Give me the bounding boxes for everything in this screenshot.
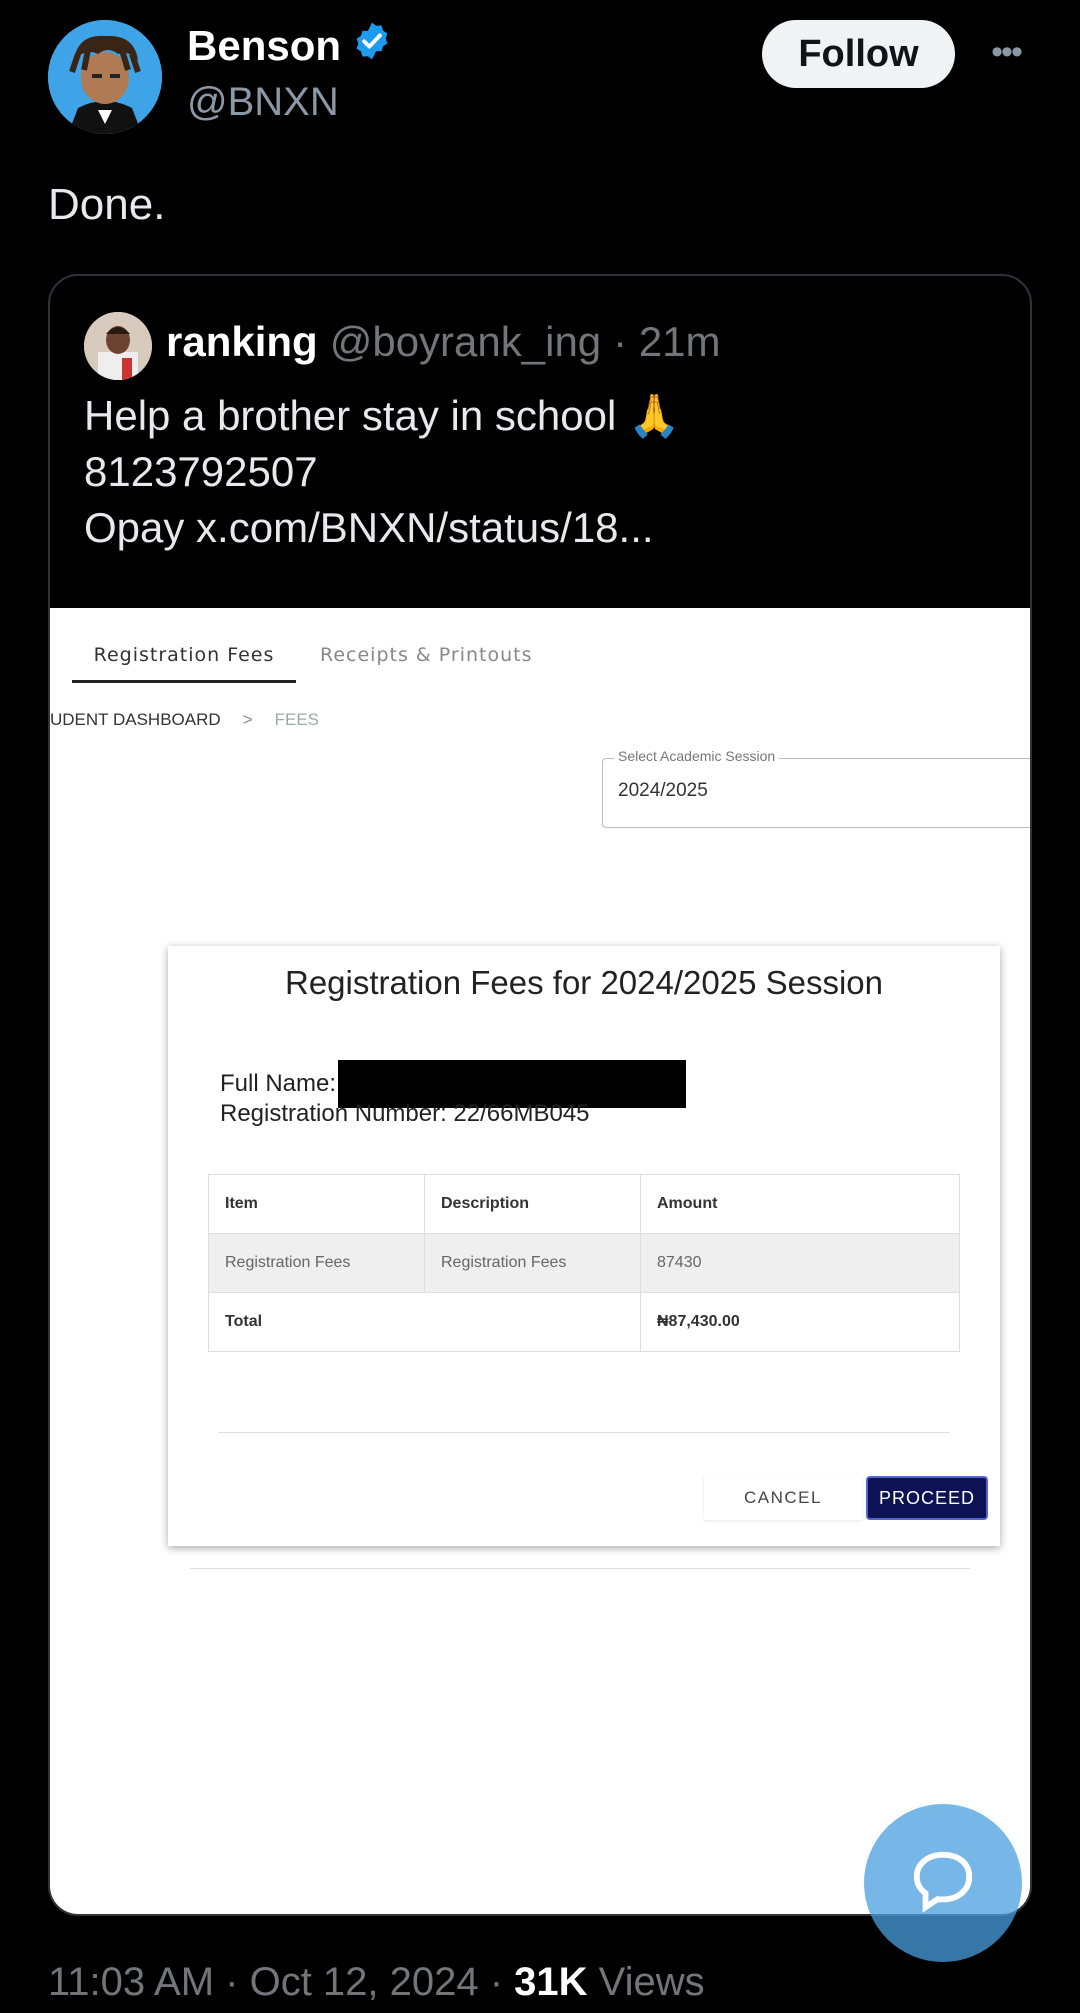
- breadcrumb-fees: FEES: [274, 710, 319, 729]
- tab-receipts-printouts: Receipts & Printouts: [320, 644, 533, 666]
- cell-amount: 87430: [640, 1233, 960, 1293]
- quoted-text-line-2: 8123792507: [84, 448, 318, 495]
- attached-screenshot[interactable]: Registration Fees Receipts & Printouts U…: [50, 608, 1030, 1914]
- registration-fees-modal: Registration Fees for 2024/2025 Session …: [168, 946, 1000, 1546]
- author-handle[interactable]: @BNXN: [187, 80, 339, 125]
- quoted-text: Help a brother stay in school 🙏 81237925…: [84, 388, 680, 556]
- quoted-tweet-card[interactable]: ranking @boyrank_ing · 21m Help a brothe…: [48, 274, 1032, 1916]
- tweet-meta: 11:03 AM · Oct 12, 2024 · 31K Views: [48, 1960, 705, 2005]
- total-value: ₦87,430.00: [640, 1292, 960, 1352]
- registration-number: Registration Number: 22/66MB045: [220, 1100, 590, 1127]
- breadcrumb-separator: >: [242, 710, 253, 729]
- modal-divider: [218, 1432, 950, 1433]
- author-name-row[interactable]: Benson: [187, 20, 393, 72]
- modal-title: Registration Fees for 2024/2025 Session: [284, 964, 884, 1001]
- quoted-text-line-3[interactable]: Opay x.com/BNXN/status/18...: [84, 500, 680, 556]
- quoted-author-name[interactable]: ranking: [166, 318, 318, 366]
- session-select-label: Select Academic Session: [614, 748, 780, 764]
- tweet-text: Done.: [48, 180, 166, 229]
- views-label: Views: [587, 1960, 705, 2004]
- follow-button[interactable]: Follow: [762, 20, 955, 88]
- verified-badge-icon: [351, 20, 393, 72]
- quoted-header: ranking @boyrank_ing · 21m: [166, 318, 721, 366]
- speech-bubble-icon: [908, 1846, 978, 1921]
- cell-description: Registration Fees: [424, 1233, 641, 1293]
- header-description: Description: [424, 1174, 641, 1234]
- tab-registration-fees: Registration Fees: [72, 644, 296, 683]
- header-amount: Amount: [640, 1174, 960, 1234]
- fees-table: Item Description Amount Registration Fee…: [208, 1174, 960, 1352]
- table-header-row: Item Description Amount: [208, 1174, 960, 1234]
- total-row: Total ₦87,430.00: [208, 1292, 960, 1352]
- full-name-label: Full Name:: [220, 1070, 337, 1097]
- author-name[interactable]: Benson: [187, 22, 341, 70]
- cancel-button: CANCEL: [704, 1476, 862, 1520]
- total-label: Total: [208, 1292, 641, 1352]
- reply-bubble-button[interactable]: [864, 1804, 1022, 1962]
- more-options-icon[interactable]: •••: [978, 32, 1034, 72]
- breadcrumb-dashboard: UDENT DASHBOARD: [50, 710, 221, 729]
- cell-item: Registration Fees: [208, 1233, 425, 1293]
- screenshot-divider: [190, 1568, 970, 1569]
- header-item: Item: [208, 1174, 425, 1234]
- quoted-author-avatar[interactable]: [84, 312, 152, 380]
- tweet-timestamp[interactable]: 11:03 AM · Oct 12, 2024 ·: [48, 1960, 514, 2004]
- quoted-author-handle[interactable]: @boyrank_ing: [330, 318, 601, 366]
- session-select-value: 2024/2025: [618, 780, 708, 801]
- breadcrumb: UDENT DASHBOARD > FEES: [50, 710, 319, 730]
- quoted-text-line-1: Help a brother stay in school 🙏: [84, 392, 681, 439]
- author-avatar[interactable]: [48, 20, 162, 134]
- quoted-time: · 21m: [613, 318, 721, 365]
- table-row: Registration Fees Registration Fees 8743…: [208, 1233, 960, 1293]
- views-count[interactable]: 31K: [514, 1960, 587, 2004]
- proceed-button: PROCEED: [866, 1476, 988, 1520]
